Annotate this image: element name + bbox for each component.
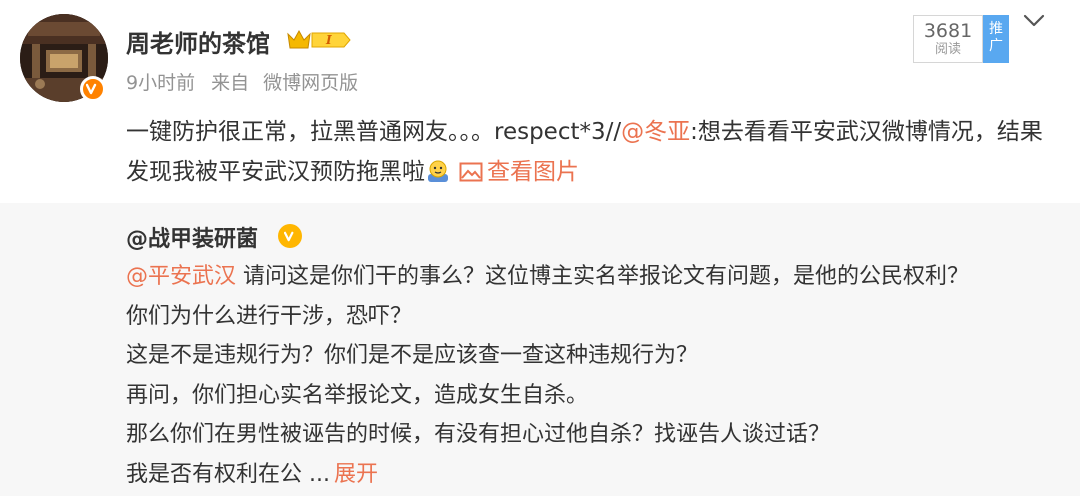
post-meta: 9小时前 来自 微博网页版 <box>126 68 368 95</box>
picture-icon[interactable] <box>459 155 483 182</box>
verified-icon <box>278 224 302 248</box>
read-label: 阅读 <box>934 42 961 57</box>
verified-icon <box>80 76 106 102</box>
source-prefix: 来自 <box>211 72 250 94</box>
repost-line-3: 这是不是违规行为？你们是不是应该查一查这种违规行为？ <box>126 343 699 368</box>
repost-line-1: @平安武汉 请问这是你们干的事么？这位博主实名举报论文有问题，是他的公民权利？ <box>126 257 1056 297</box>
promote-label: 推广 <box>989 21 1003 54</box>
username[interactable]: 周老师的茶馆 <box>126 24 270 59</box>
repost-line-4: 再问，你们担心实名举报论文，造成女生自杀。 <box>126 382 589 408</box>
read-count: 3681 <box>923 20 973 42</box>
repost-username[interactable]: @战甲装研菌 <box>126 221 258 253</box>
repost-line-6: 我是否有权利在公 ... 展开 <box>126 455 1056 495</box>
repost-mention-link[interactable]: @平安武汉 <box>126 264 236 289</box>
repost-content: @平安武汉 请问这是你们干的事么？这位博主实名举报论文有问题，是他的公民权利？ … <box>126 257 1056 494</box>
chevron-down-icon[interactable] <box>1022 12 1046 30</box>
expand-link[interactable]: 展开 <box>334 462 378 487</box>
promote-button[interactable]: 推广 <box>983 15 1009 63</box>
post-source[interactable]: 微博网页版 <box>263 72 358 94</box>
post-content: 一键防护很正常，拉黑普通网友。。。respect*3//@冬亚:想去看看平安武汉… <box>126 112 1056 192</box>
repost-line-1-text: 请问这是你们干的事么？这位博主实名举报论文有问题，是他的公民权利？ <box>236 264 970 289</box>
mention-link[interactable]: @冬亚 <box>621 119 690 145</box>
view-image-link[interactable]: 查看图片 <box>487 159 579 185</box>
post-text-before: 一键防护很正常，拉黑普通网友。。。respect*3// <box>126 119 622 145</box>
repost-line-6-text: 我是否有权利在公 ... <box>126 461 330 487</box>
repost-line-5: 那么你们在男性被诬告的时候，有没有担心过他自杀？找诬告人谈过话？ <box>126 422 831 447</box>
crown-level-icon[interactable]: I <box>286 28 352 52</box>
emoji-icon <box>425 157 451 183</box>
repost-line-2: 你们为什么进行干涉，恐吓？ <box>126 303 413 329</box>
repost-card[interactable]: @战甲装研菌 @平安武汉 请问这是你们干的事么？这位博主实名举报论文有问题，是他… <box>0 203 1080 496</box>
post-time[interactable]: 9小时前 <box>126 72 195 94</box>
level-number: I <box>325 33 332 47</box>
read-count-widget: 3681 阅读 推广 <box>913 15 1009 63</box>
